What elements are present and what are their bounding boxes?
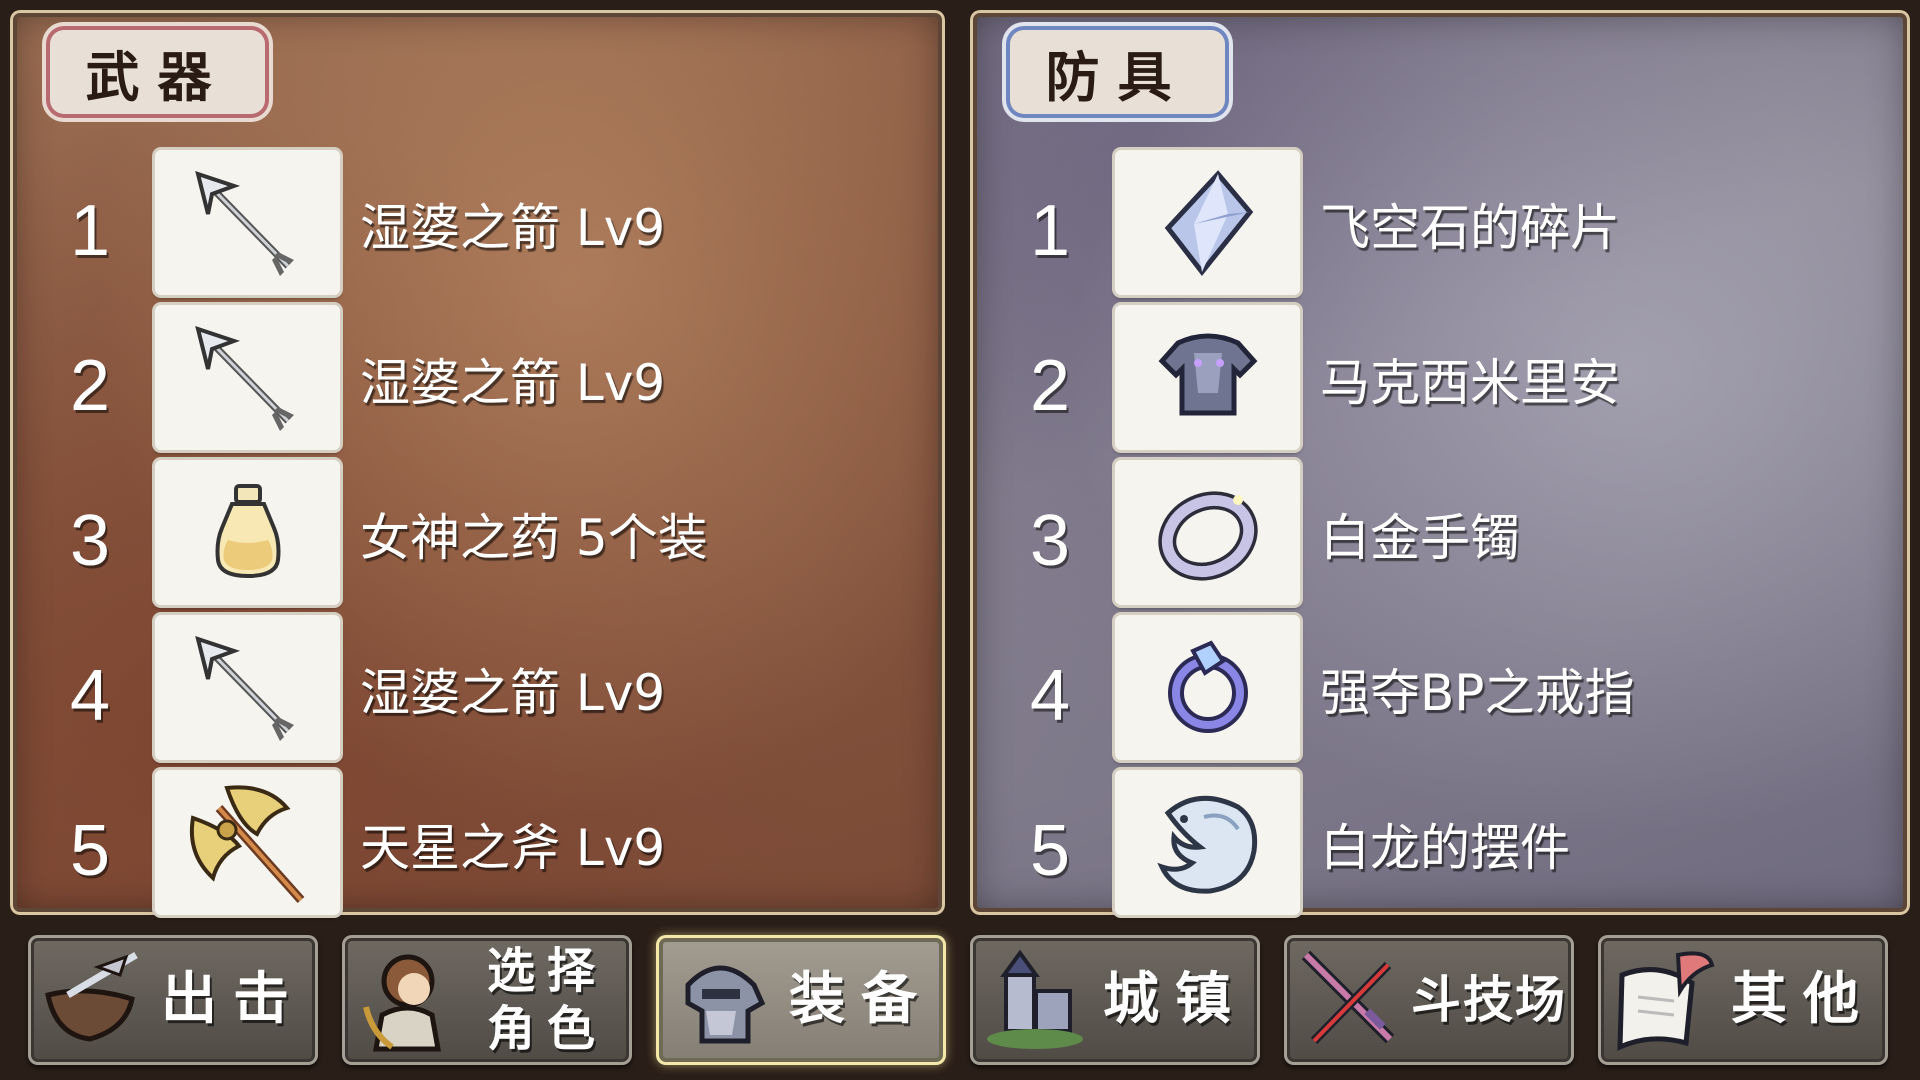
- item-name: 白金手镯: [1320, 509, 1520, 567]
- armor-panel: 防具 1 飞空石的碎片 2 马克西米里安 3 白金手镯 4 强夺BP之戒指 5 …: [970, 10, 1910, 915]
- bracelet-icon: [1157, 490, 1258, 581]
- item-icon-frame[interactable]: [155, 460, 340, 605]
- armor-slot-1[interactable]: 1 飞空石的碎片: [1010, 150, 1890, 300]
- item-name: 强夺BP之戒指: [1320, 664, 1635, 722]
- item-icon-frame[interactable]: [155, 305, 340, 450]
- slot-number: 1: [69, 191, 111, 271]
- helmet-armor-icon: [666, 940, 776, 1060]
- sortie-label: 出击: [161, 967, 305, 1032]
- item-icon-frame[interactable]: [155, 150, 340, 295]
- item-icon-frame[interactable]: [1115, 615, 1300, 760]
- equip-label: 装备: [789, 967, 933, 1032]
- item-name: 飞空石的碎片: [1320, 199, 1620, 257]
- castle-icon: [980, 940, 1090, 1060]
- weapon-slot-4[interactable]: 4 湿婆之箭 Lv9: [50, 615, 930, 765]
- town-button[interactable]: 城镇: [970, 935, 1260, 1065]
- weapons-title: 武器: [50, 30, 265, 114]
- item-name: 湿婆之箭 Lv9: [360, 354, 666, 412]
- crystal-shard-icon: [1164, 169, 1253, 276]
- potion-bottle-icon: [215, 483, 280, 578]
- weapon-slot-3[interactable]: 3 女神之药 5个装: [50, 460, 930, 610]
- slot-number: 4: [69, 656, 111, 736]
- golden-axe-icon: [189, 784, 304, 903]
- slot-number: 3: [1029, 501, 1071, 581]
- select-label-line-2: 角色: [486, 1001, 607, 1057]
- slot-number: 2: [69, 346, 111, 426]
- other-button[interactable]: 其他: [1598, 935, 1888, 1065]
- armor-title: 防具: [1010, 30, 1225, 114]
- ring-icon: [1167, 639, 1248, 733]
- slot-number: 1: [1029, 191, 1071, 271]
- slot-number: 2: [1029, 346, 1071, 426]
- select-character-button[interactable]: 选择 角色: [342, 935, 632, 1065]
- equip-button[interactable]: 装备: [656, 935, 946, 1065]
- slot-number: 3: [69, 501, 111, 581]
- armor-slot-3[interactable]: 3 白金手镯: [1010, 460, 1890, 610]
- arena-label: 斗技场: [1411, 971, 1567, 1029]
- weapons-panel: 武器 1 湿婆之箭 Lv9 2 湿婆之箭 Lv9 3 女神之药 5个装 4 湿婆…: [10, 10, 945, 915]
- armor-slot-4[interactable]: 4 强夺BP之戒指: [1010, 615, 1890, 765]
- item-name: 湿婆之箭 Lv9: [360, 199, 666, 257]
- quill-paper-icon: [1608, 940, 1718, 1060]
- item-name: 天星之斧 Lv9: [360, 819, 666, 877]
- slot-number: 4: [1029, 656, 1071, 736]
- select-character-label: 选择 角色: [462, 942, 632, 1058]
- character-icon: [352, 940, 462, 1060]
- item-icon-frame[interactable]: [1115, 770, 1300, 915]
- item-name: 马克西米里安: [1320, 354, 1620, 412]
- swords-icon: [1294, 940, 1404, 1060]
- dragon-figurine-icon: [1156, 795, 1257, 894]
- item-name: 白龙的摆件: [1320, 819, 1570, 877]
- weapon-slot-5[interactable]: 5 天星之斧 Lv9: [50, 770, 930, 920]
- arrow-icon: [194, 170, 294, 276]
- item-icon-frame[interactable]: [1115, 305, 1300, 450]
- sortie-button[interactable]: 出击: [28, 935, 318, 1065]
- slot-number: 5: [69, 811, 111, 891]
- weapon-slot-2[interactable]: 2 湿婆之箭 Lv9: [50, 305, 930, 455]
- item-icon-frame[interactable]: [155, 770, 340, 915]
- armor-icon: [1158, 333, 1257, 415]
- item-name: 湿婆之箭 Lv9: [360, 664, 666, 722]
- item-icon-frame[interactable]: [155, 615, 340, 760]
- select-label-line-1: 选择: [486, 943, 607, 999]
- town-label: 城镇: [1103, 967, 1247, 1032]
- other-label: 其他: [1731, 967, 1875, 1032]
- weapon-slot-1[interactable]: 1 湿婆之箭 Lv9: [50, 150, 930, 300]
- item-name: 女神之药 5个装: [360, 509, 708, 567]
- armor-slot-5[interactable]: 5 白龙的摆件: [1010, 770, 1890, 920]
- arrow-icon: [194, 635, 294, 741]
- arrow-icon: [194, 325, 294, 431]
- slot-number: 5: [1029, 811, 1071, 891]
- armor-slot-2[interactable]: 2 马克西米里安: [1010, 305, 1890, 455]
- airship-icon: [38, 940, 148, 1060]
- arena-button[interactable]: 斗技场: [1284, 935, 1574, 1065]
- item-icon-frame[interactable]: [1115, 460, 1300, 605]
- item-icon-frame[interactable]: [1115, 150, 1300, 295]
